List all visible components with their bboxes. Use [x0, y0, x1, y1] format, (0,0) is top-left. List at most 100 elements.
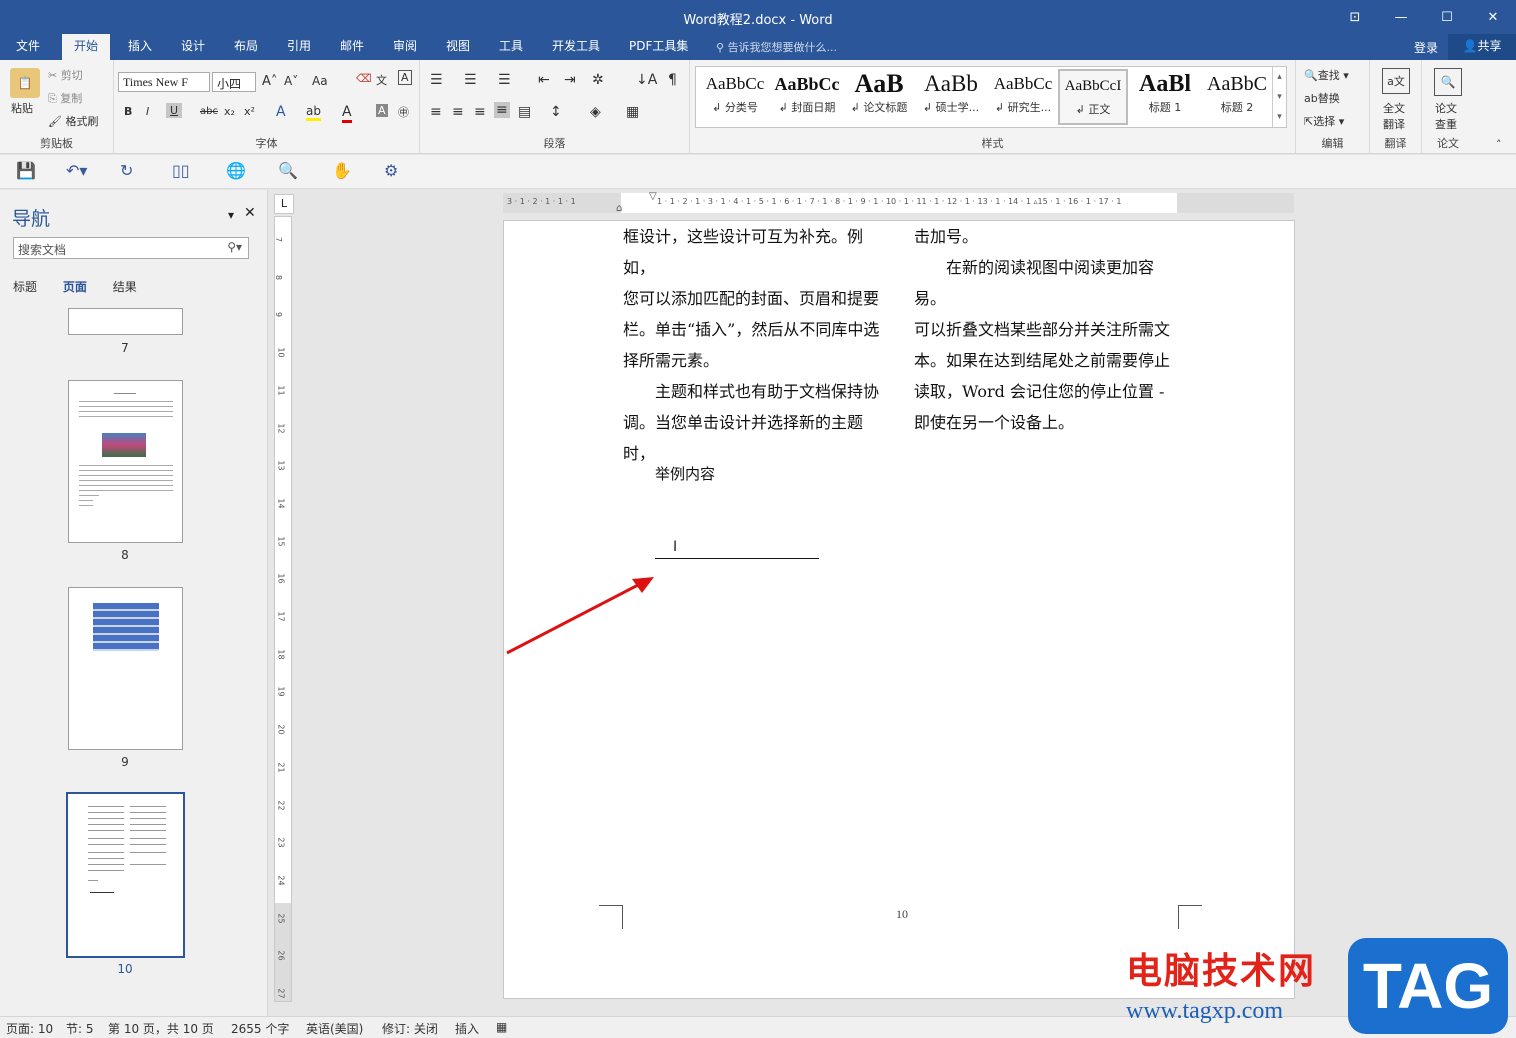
macro-record-icon[interactable]: ▦: [496, 1020, 507, 1034]
highlight-icon[interactable]: ab: [306, 104, 321, 121]
status-pages-of[interactable]: 第 10 页，共 10 页: [108, 1020, 214, 1037]
print-preview-icon[interactable]: 🔍: [278, 161, 298, 180]
phonetic-guide-icon[interactable]: 文: [376, 72, 387, 88]
left-column[interactable]: 框设计，这些设计可互为补充。例如， 您可以添加匹配的封面、页眉和提要 栏。单击“…: [623, 221, 887, 469]
multilevel-list-icon[interactable]: ☰: [498, 72, 511, 88]
horizontal-ruler[interactable]: 3 · 1 · 2 · 1 · 1 · 1 1 · 1 · 2 · 1 · 3 …: [503, 191, 1294, 214]
vertical-ruler[interactable]: 7 8 9 10 11 12 13 14 15 16 17 18 19 20 21 22 23 24 25 26 27: [274, 216, 292, 1002]
cut-button[interactable]: ✂ 剪切: [48, 67, 83, 83]
style-graduate[interactable]: AaBbCc ↲ 研究生...: [988, 69, 1058, 125]
save-icon[interactable]: 💾: [16, 161, 36, 180]
nav-tab-results[interactable]: 结果: [113, 280, 137, 294]
chinese-layout-icon[interactable]: ✲: [592, 72, 604, 88]
align-center-icon[interactable]: ≡: [452, 104, 464, 120]
tab-references[interactable]: 引用: [279, 34, 319, 60]
shading-icon[interactable]: ◈: [590, 104, 601, 120]
font-name-select[interactable]: Times New F: [118, 72, 210, 92]
undo-icon[interactable]: ↶▾: [66, 161, 87, 180]
italic-icon[interactable]: I: [146, 105, 149, 118]
status-language[interactable]: 英语(美国): [306, 1020, 363, 1037]
page-thumb-9[interactable]: [68, 587, 183, 750]
font-color-icon[interactable]: A: [342, 104, 352, 123]
minimize-icon[interactable]: —: [1378, 0, 1424, 34]
tab-review[interactable]: 审阅: [385, 34, 425, 60]
decrease-indent-icon[interactable]: ⇤: [538, 72, 550, 88]
example-text[interactable]: 举例内容: [655, 463, 715, 484]
format-painter-button[interactable]: 🖌 格式刷: [48, 113, 98, 129]
style-master[interactable]: AaBb ↲ 硕士学...: [916, 69, 986, 125]
char-shading-icon[interactable]: A: [376, 104, 388, 117]
enclose-char-icon[interactable]: ㊥: [398, 104, 409, 120]
login-link[interactable]: 登录: [1414, 39, 1438, 56]
maximize-icon[interactable]: ☐: [1424, 0, 1470, 34]
align-left-icon[interactable]: ≡: [430, 104, 442, 120]
find-button[interactable]: 🔍查找 ▾: [1304, 67, 1349, 83]
document-page[interactable]: 框设计，这些设计可互为补充。例如， 您可以添加匹配的封面、页眉和提要 栏。单击“…: [503, 220, 1295, 999]
shrink-font-icon[interactable]: A˅: [284, 74, 298, 88]
underline-icon[interactable]: U: [166, 103, 183, 118]
tab-view[interactable]: 视图: [438, 34, 478, 60]
status-insert-mode[interactable]: 插入: [455, 1020, 479, 1037]
page-thumb-7[interactable]: [68, 308, 183, 335]
align-right-icon[interactable]: ≡: [474, 104, 486, 120]
read-mode-icon[interactable]: ▯▯: [172, 161, 190, 180]
borders-icon[interactable]: ▦: [626, 104, 639, 120]
tab-selector[interactable]: L: [274, 194, 294, 214]
tab-tools[interactable]: 工具: [491, 34, 531, 60]
tab-pdf-tools[interactable]: PDF工具集: [621, 34, 696, 60]
translate-icon[interactable]: a文: [1382, 68, 1410, 94]
nav-options-icon[interactable]: ▾: [228, 208, 234, 222]
tab-insert[interactable]: 插入: [120, 34, 160, 60]
status-word-count[interactable]: 2655 个字: [231, 1020, 289, 1037]
paste-icon[interactable]: 📋: [10, 68, 40, 98]
nav-search-input[interactable]: 搜索文档 ⚲▾: [13, 237, 249, 259]
style-heading-1[interactable]: AaBl 标题 1: [1130, 69, 1200, 125]
style-heading-2[interactable]: AaBbC 标题 2: [1202, 69, 1272, 125]
nav-tab-pages[interactable]: 页面: [63, 280, 87, 294]
strikethrough-icon[interactable]: abc: [200, 106, 218, 117]
nav-close-icon[interactable]: ✕: [244, 205, 256, 221]
char-border-icon[interactable]: A: [398, 70, 412, 85]
left-indent-icon[interactable]: ⌂: [616, 203, 622, 214]
style-fenleihao[interactable]: AaBbCc ↲ 分类号: [700, 69, 770, 125]
gallery-scroll[interactable]: ▴ ▾ ▾: [1272, 67, 1286, 127]
style-cover-date[interactable]: AaBbCc ↲ 封面日期: [772, 69, 842, 125]
style-normal[interactable]: AaBbCcI ↲ 正文: [1058, 69, 1128, 125]
page-thumb-8[interactable]: [68, 380, 183, 543]
show-marks-icon[interactable]: ¶: [668, 72, 677, 88]
bullets-icon[interactable]: ☰: [430, 72, 443, 88]
style-paper-title[interactable]: AaB ↲ 论文标题: [844, 69, 914, 125]
superscript-icon[interactable]: x²: [244, 105, 255, 118]
tab-design[interactable]: 设计: [173, 34, 213, 60]
sort-icon[interactable]: ↓A: [636, 72, 657, 88]
bold-icon[interactable]: B: [124, 105, 132, 118]
first-line-indent-icon[interactable]: ▽: [649, 191, 657, 202]
numbering-icon[interactable]: ☰: [464, 72, 477, 88]
justify-icon[interactable]: ≡: [494, 102, 510, 118]
tab-layout[interactable]: 布局: [226, 34, 266, 60]
page-thumb-10[interactable]: [66, 792, 185, 958]
clear-format-icon[interactable]: ⌫: [356, 72, 372, 85]
redo-icon[interactable]: ↻: [120, 161, 133, 180]
font-size-select[interactable]: 小四: [212, 72, 256, 92]
customize-icon[interactable]: ⚙: [384, 161, 398, 180]
web-layout-icon[interactable]: 🌐: [226, 161, 246, 180]
paper-check-icon[interactable]: 🔍: [1434, 68, 1462, 96]
select-button[interactable]: ⇱选择 ▾: [1304, 113, 1344, 129]
ribbon-display-icon[interactable]: ⊡: [1332, 0, 1378, 34]
grow-font-icon[interactable]: A˄: [262, 74, 277, 89]
subscript-icon[interactable]: x₂: [224, 105, 235, 118]
copy-button[interactable]: ⎘ 复制: [48, 90, 82, 106]
nav-tab-headings[interactable]: 标题: [13, 280, 37, 294]
close-icon[interactable]: ✕: [1470, 0, 1516, 34]
status-page[interactable]: 页面: 10: [6, 1020, 53, 1037]
tab-mailings[interactable]: 邮件: [332, 34, 372, 60]
paper-check-button[interactable]: 论文 查重: [1435, 100, 1457, 132]
status-section[interactable]: 节: 5: [66, 1020, 94, 1037]
tab-developer[interactable]: 开发工具: [544, 34, 608, 60]
distributed-icon[interactable]: ▤: [518, 104, 531, 120]
text-effects-icon[interactable]: A: [276, 104, 286, 120]
touch-mode-icon[interactable]: ✋: [332, 161, 352, 180]
search-icon[interactable]: ⚲▾: [227, 240, 242, 254]
full-translate-button[interactable]: 全文 翻译: [1383, 100, 1405, 132]
